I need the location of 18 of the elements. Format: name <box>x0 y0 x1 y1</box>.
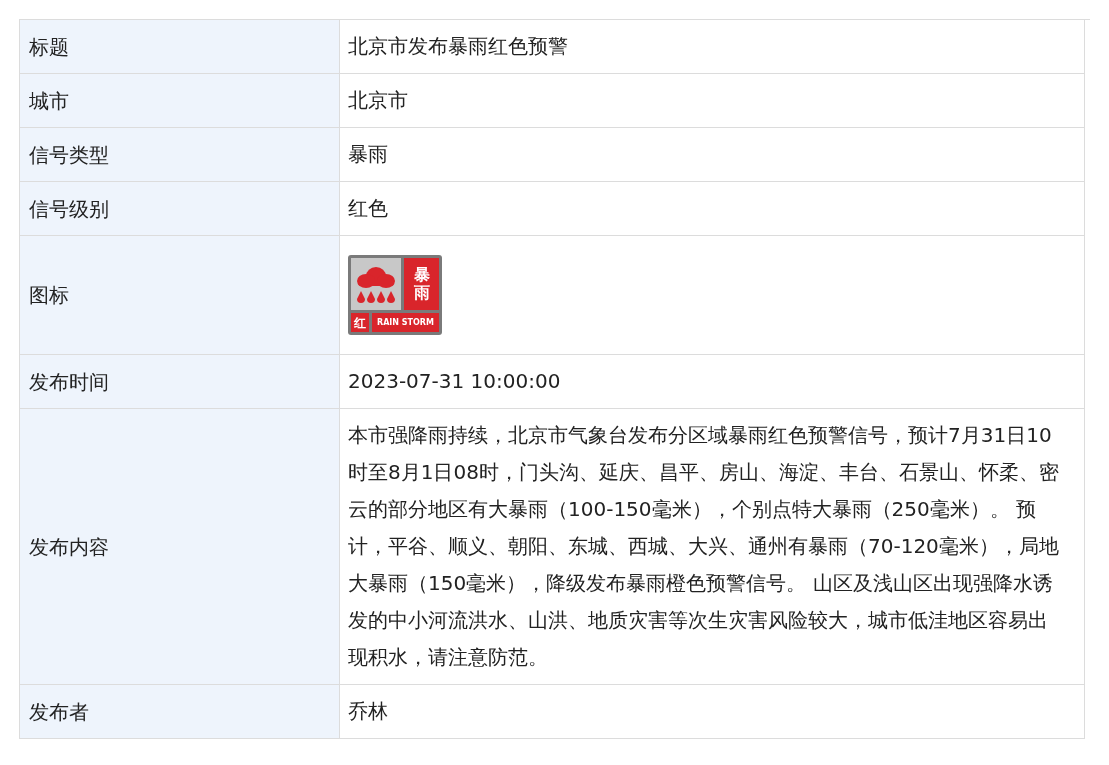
value-text: 本市强降雨持续，北京市气象台发布分区域暴雨红色预警信号，预计7月31日10时至8月1日08时，门头沟、延庆、昌平、房山、海淀、丰台、石景山、怀柔、密云的部分地区有大暴雨（100-150毫米），个别点特大暴雨（250毫米）。 预计，平谷、顺义、朝阳、东城、西城、大兴、通州有暴雨（70-120毫米），局地大暴雨（150毫米），降级发布暴雨橙色预警信号。 山区及浅山区出现强降水诱发的中小河流洪水、山洪、地质灾害等次生灾害风险较大，城市低洼地区容易出现积水，请注意防范。 <box>348 422 1060 671</box>
label-text: 发布时间 <box>29 368 109 396</box>
value-text: 北京市发布暴雨红色预警 <box>348 33 568 60</box>
value-text: 乔林 <box>348 698 388 725</box>
label-text: 发布内容 <box>29 533 109 561</box>
value-text: 北京市 <box>348 87 408 114</box>
value-text: 红色 <box>348 195 388 222</box>
warning-type-text: 暴雨 <box>413 266 430 302</box>
value-text: 暴雨 <box>348 141 388 168</box>
label-text: 标题 <box>29 33 69 61</box>
value-text: 2023-07-31 10:00:00 <box>348 368 561 395</box>
warning-level-text: 红 <box>354 316 366 329</box>
label-text: 图标 <box>29 282 69 309</box>
label-text: 发布者 <box>29 698 89 726</box>
label-text: 信号类型 <box>29 141 109 169</box>
label-text: 信号级别 <box>29 195 109 223</box>
label-text: 城市 <box>29 87 69 115</box>
warning-english-text: RAIN STORM <box>377 318 434 327</box>
